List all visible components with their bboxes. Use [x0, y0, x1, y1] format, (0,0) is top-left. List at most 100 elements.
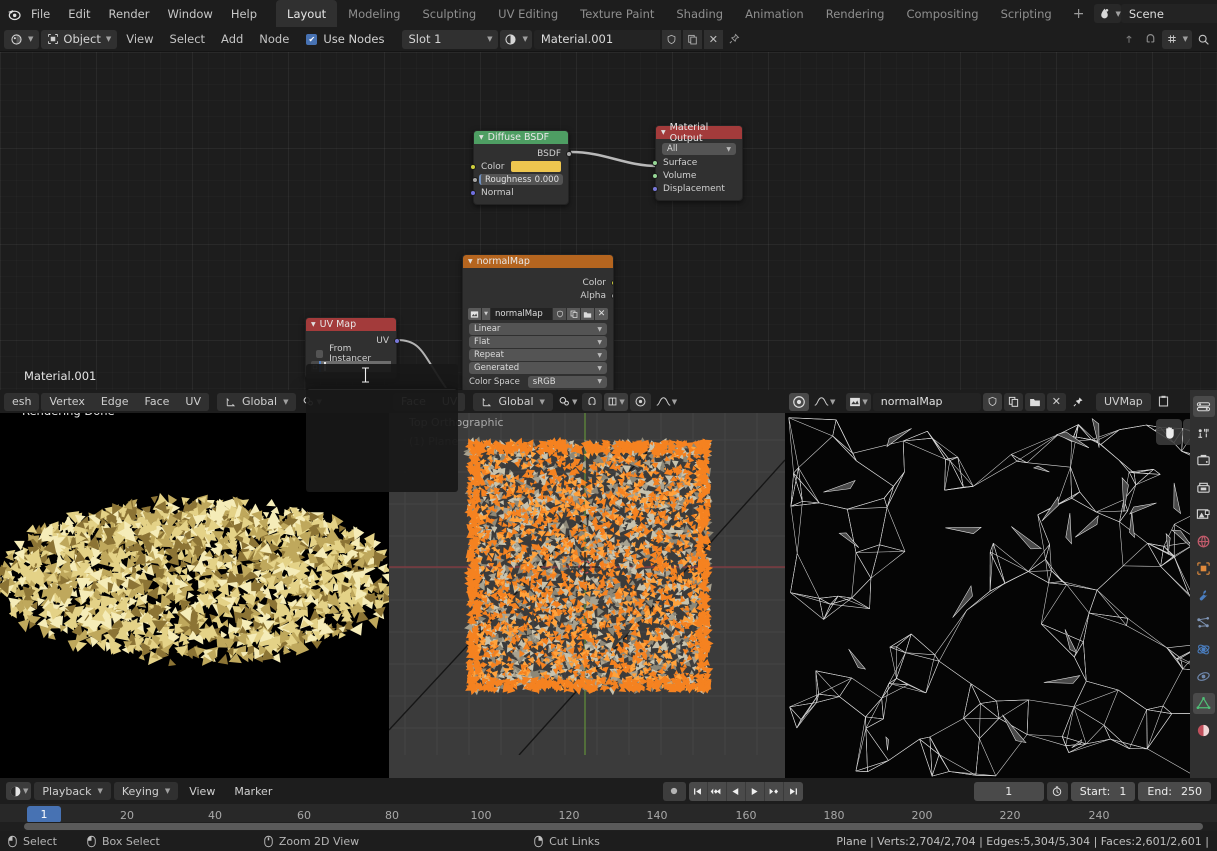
material-icon[interactable] [1193, 720, 1215, 741]
node-material-output[interactable]: ▼ Material Output All ▼ Surface Volume D… [652, 122, 743, 201]
socket-surface[interactable] [652, 159, 658, 166]
proportional-falloff-dropdown[interactable]: ▼ [653, 393, 680, 411]
prev-keyframe-icon[interactable] [708, 781, 727, 801]
node-output-alpha[interactable]: Alpha [463, 289, 613, 302]
jump-start-icon[interactable] [689, 781, 708, 801]
timeline-marker-menu[interactable]: Marker [226, 782, 280, 800]
shield-icon[interactable] [661, 29, 681, 49]
uv-map-search-dropdown[interactable]: UVMap [306, 388, 458, 390]
socket-normal[interactable] [470, 189, 476, 196]
next-keyframe-icon[interactable] [765, 781, 784, 801]
timeline-scrollbar[interactable] [0, 822, 1217, 831]
select-mode-vertex[interactable]: Vertex [41, 392, 93, 411]
collapse-triangle-icon[interactable]: ▼ [479, 134, 484, 141]
shader-node-canvas[interactable]: Material.001 ▼ Diffuse BSDF BSDF Color R… [0, 52, 1217, 390]
data-icon[interactable] [1192, 693, 1215, 714]
play-reverse-icon[interactable] [727, 781, 746, 801]
socket-alpha[interactable] [611, 292, 613, 299]
extension-dropdown[interactable]: Repeat ▼ [469, 349, 607, 361]
node-header[interactable]: ▼ UV Map [306, 318, 396, 331]
node-input-color[interactable]: Color [470, 160, 568, 173]
jump-end-icon[interactable] [784, 782, 803, 801]
snap-toggle[interactable] [582, 392, 603, 411]
pivot-point-dropdown[interactable]: ▼ [555, 393, 580, 411]
scene-icon[interactable] [1193, 504, 1215, 525]
socket-bsdf[interactable] [566, 150, 572, 157]
image-name-field-editor[interactable]: normalMap [872, 392, 981, 411]
constraint-icon[interactable] [1193, 666, 1215, 687]
keying-menu[interactable]: Keying ▼ [113, 782, 179, 800]
workspace-tab-rendering[interactable]: Rendering [815, 0, 896, 27]
roughness-field[interactable]: Roughness 0.000 [479, 174, 563, 185]
workspace-tab-shading[interactable]: Shading [665, 0, 734, 27]
unlink-x-icon[interactable]: ✕ [595, 308, 608, 320]
workspace-tab-animation[interactable]: Animation [734, 0, 815, 27]
menu-render[interactable]: Render [100, 4, 159, 24]
world-icon[interactable] [1193, 531, 1215, 552]
playback-menu[interactable]: Playback ▼ [34, 782, 111, 800]
node-diffuse-bsdf[interactable]: ▼ Diffuse BSDF BSDF Color Roughness 0.00… [470, 130, 572, 205]
physics-icon[interactable] [1193, 639, 1215, 660]
falloff-dropdown-3[interactable]: ▼ [811, 393, 838, 411]
node-output-bsdf[interactable]: BSDF [474, 147, 572, 160]
node-header[interactable]: ▼ normalMap [463, 255, 613, 268]
search-result-item[interactable]: UVMap [307, 389, 457, 390]
mesh-mode-button[interactable]: esh [4, 392, 40, 411]
modifier-icon[interactable] [1193, 585, 1215, 606]
node-image-texture[interactable]: ▼ normalMap Color Alpha ▼ normalMap ✕ Li… [462, 254, 614, 390]
open-folder-icon[interactable] [1024, 392, 1045, 411]
color-swatch[interactable] [510, 161, 561, 172]
timeline-editor-type[interactable]: ▼ [6, 782, 32, 800]
open-folder-icon[interactable] [581, 308, 594, 320]
editor-type-selector[interactable]: ▼ [4, 29, 40, 49]
node-header[interactable]: ▼ Diffuse BSDF [474, 131, 568, 144]
collapse-triangle-icon[interactable]: ▼ [661, 129, 666, 136]
target-dropdown[interactable]: All ▼ [662, 143, 736, 155]
image-icon[interactable] [468, 308, 481, 320]
node-header[interactable]: ▼ Material Output [656, 122, 742, 144]
workspace-tab-texture-paint[interactable]: Texture Paint [569, 0, 665, 27]
source-dropdown[interactable]: Generated ▼ [469, 362, 607, 374]
timeline-view-menu[interactable]: View [181, 782, 223, 800]
color-space-row[interactable]: Color Space sRGB ▼ [463, 375, 613, 388]
snap-target-dropdown[interactable]: ▼ [1161, 29, 1192, 49]
socket-color[interactable] [611, 279, 613, 286]
menu-file[interactable]: File [22, 4, 59, 24]
stopwatch-icon[interactable] [1046, 781, 1068, 801]
pin-icon[interactable] [725, 30, 744, 49]
arrow-up-icon[interactable] [1120, 30, 1139, 49]
node-input-normal[interactable]: Normal [470, 186, 568, 199]
image-name-field[interactable]: normalMap [491, 308, 552, 320]
color-space-dropdown[interactable]: sRGB ▼ [527, 375, 607, 388]
tool-icon[interactable] [1192, 396, 1215, 417]
shader-type-dropdown[interactable]: Object ▼ [41, 29, 118, 49]
node-input-volume[interactable]: Volume [652, 169, 742, 182]
select-mode-uv[interactable]: UV [177, 392, 209, 411]
play-icon[interactable] [746, 781, 765, 801]
frame-start-field[interactable]: Start: 1 [1070, 781, 1136, 801]
node-input-displacement[interactable]: Displacement [652, 182, 742, 195]
workspace-tab-layout[interactable]: Layout [276, 0, 338, 27]
socket-color[interactable] [470, 163, 476, 170]
workspace-tab-sculpting[interactable]: Sculpting [411, 0, 487, 27]
chevron-down-icon[interactable]: ▼ [482, 308, 490, 320]
shield-icon[interactable] [553, 308, 566, 320]
uv-image-editor-area[interactable]: ▼ ▼ normalMap ✕ UVMap [785, 390, 1217, 778]
select-mode-edge[interactable]: Edge [92, 392, 137, 411]
scene-browse-dropdown[interactable]: ▼ [1094, 4, 1121, 23]
snap-target-dropdown-2[interactable]: ▼ [604, 392, 628, 411]
pin-icon[interactable] [1068, 393, 1088, 411]
add-workspace-button[interactable]: + [1063, 0, 1095, 27]
node-input-surface[interactable]: Surface [652, 156, 742, 169]
frame-end-field[interactable]: End: 250 [1138, 781, 1211, 801]
scene-name-field[interactable]: Scene [1120, 4, 1217, 23]
uv-editor-canvas[interactable] [785, 413, 1217, 778]
select-mode-face[interactable]: Face [136, 392, 178, 411]
workspace-tab-modeling[interactable]: Modeling [337, 0, 411, 27]
material-browse-dropdown[interactable]: ▼ [500, 29, 532, 49]
current-frame-field[interactable]: 1 [973, 781, 1044, 801]
search-icon[interactable] [1194, 30, 1213, 49]
node-input-roughness[interactable]: Roughness 0.000 [472, 173, 568, 186]
material-slot-dropdown[interactable]: Slot 1 ▼ [402, 29, 499, 49]
duplicate-icon[interactable] [682, 29, 702, 49]
